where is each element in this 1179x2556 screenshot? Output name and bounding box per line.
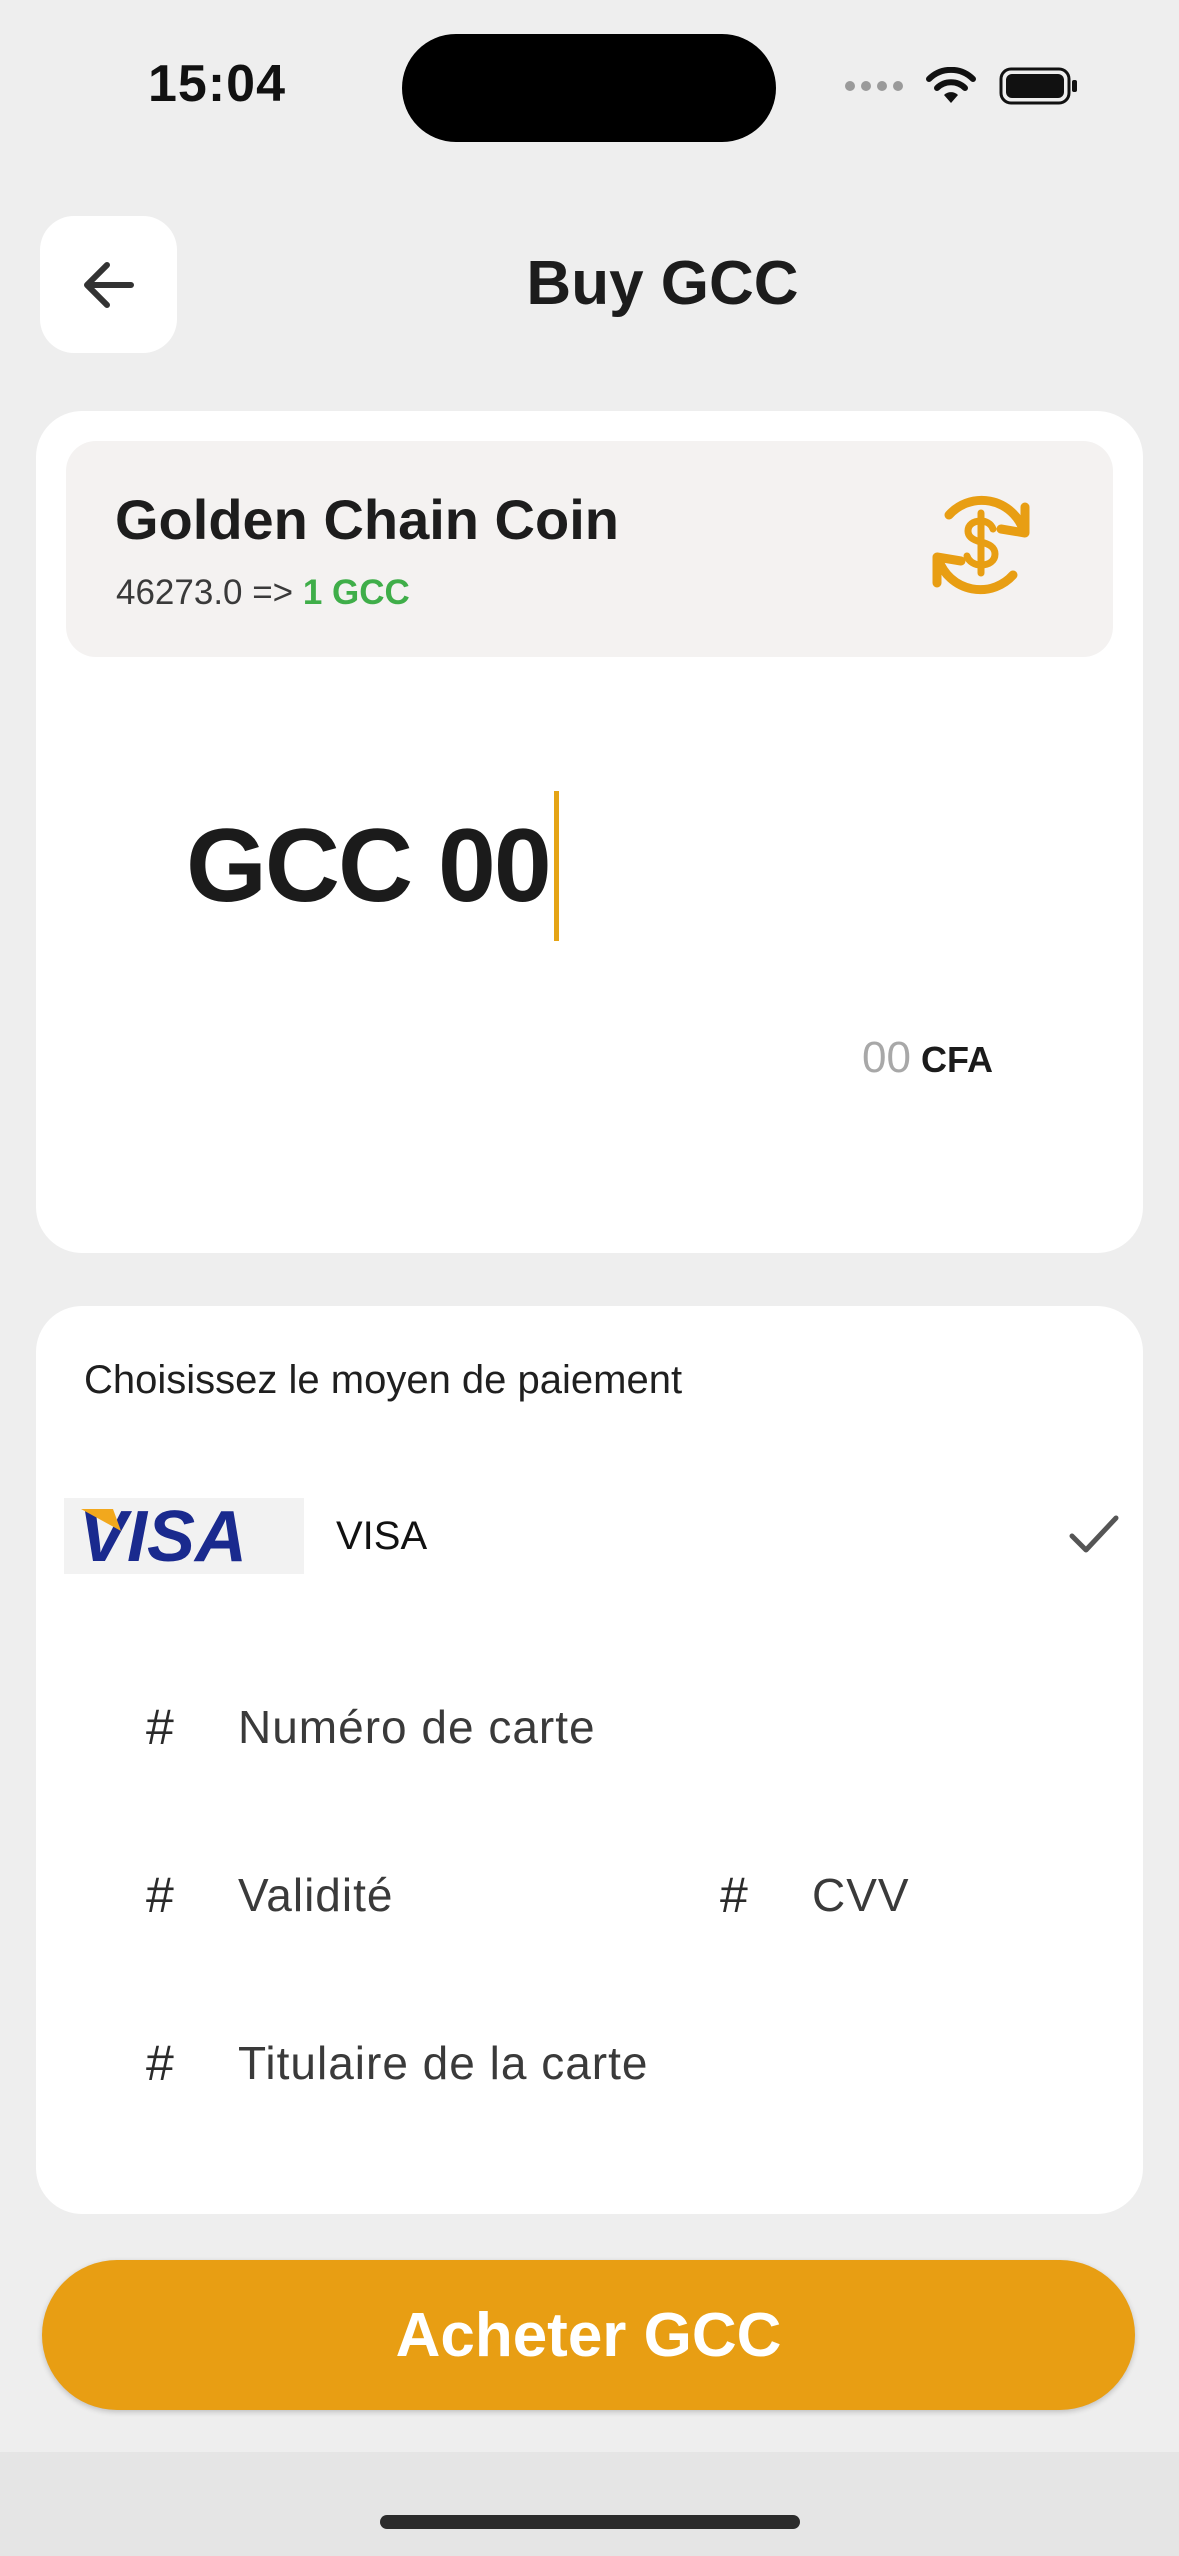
exchange-rate-gcc: 1 GCC — [302, 573, 410, 612]
cvv-input[interactable] — [812, 1868, 1092, 1922]
cfa-equivalent: 00 CFA — [862, 1033, 993, 1083]
wifi-icon — [926, 67, 976, 103]
visa-logo: VISA — [64, 1498, 304, 1574]
hash-icon: # — [146, 1867, 174, 1923]
home-indicator[interactable] — [380, 2515, 800, 2529]
payment-option-label: VISA — [336, 1513, 428, 1558]
hash-icon: # — [146, 1699, 174, 1755]
text-caret — [553, 791, 559, 941]
hash-icon: # — [146, 2035, 174, 2091]
validity-input[interactable] — [238, 1868, 618, 1922]
bottom-safe-area — [0, 2452, 1179, 2556]
status-icons — [845, 66, 1079, 106]
status-bar: 15:04 — [0, 0, 1179, 170]
coin-info-panel: Golden Chain Coin 46273.0 => 1 GCC — [66, 441, 1113, 657]
card-number-field[interactable]: # — [146, 1698, 838, 1756]
card-holder-input[interactable] — [238, 2036, 838, 2090]
payment-card: Choisissez le moyen de paiement VISA VIS… — [36, 1306, 1143, 2214]
amount-card: Golden Chain Coin 46273.0 => 1 GCC GCC 0… — [36, 411, 1143, 1253]
checkmark-icon — [1069, 1515, 1119, 1553]
buy-gcc-button[interactable]: Acheter GCC — [42, 2260, 1135, 2410]
exchange-rate-value: 46273.0 => — [116, 573, 294, 612]
hash-icon: # — [720, 1867, 748, 1923]
page-title: Buy GCC — [526, 249, 799, 318]
status-time: 15:04 — [148, 55, 286, 113]
cfa-amount: 00 — [862, 1033, 911, 1082]
cvv-field[interactable]: # — [720, 1866, 1092, 1924]
payment-method-title: Choisissez le moyen de paiement — [84, 1358, 683, 1402]
currency-exchange-icon[interactable] — [921, 485, 1041, 605]
cfa-currency: CFA — [921, 1039, 993, 1080]
cellular-signal-icon — [845, 81, 903, 91]
coin-name: Golden Chain Coin — [115, 488, 619, 551]
card-holder-field[interactable]: # — [146, 2034, 838, 2092]
card-number-input[interactable] — [238, 1700, 838, 1754]
battery-icon — [999, 67, 1077, 105]
validity-field[interactable]: # — [146, 1866, 618, 1924]
dynamic-island — [402, 34, 776, 142]
amount-value: GCC 00 — [186, 807, 552, 924]
amount-input[interactable]: GCC 00 — [186, 791, 559, 941]
exchange-rate: 46273.0 => 1 GCC — [116, 575, 410, 610]
payment-option-visa[interactable]: VISA VISA — [64, 1496, 1124, 1576]
